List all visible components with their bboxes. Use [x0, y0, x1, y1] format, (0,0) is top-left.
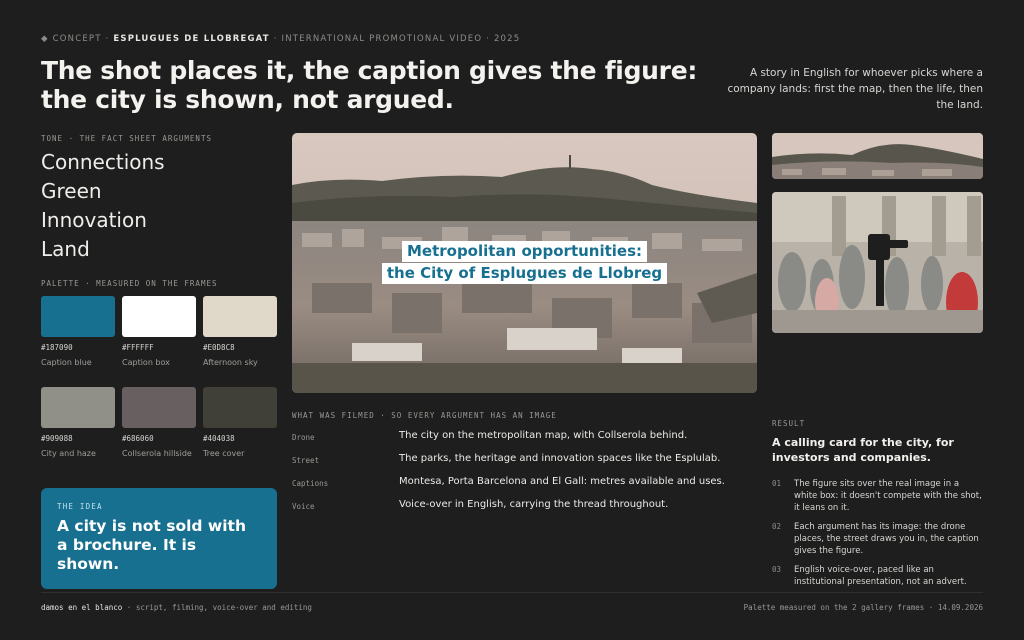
tone-label: TONE · THE FACT SHEET ARGUMENTS	[41, 134, 212, 143]
palette-swatches: #187090 Caption blue #FFFFFF Caption box…	[41, 296, 277, 470]
result-list: 01 The figure sits over the real image i…	[772, 478, 982, 595]
filmed-row: Street The parks, the heritage and innov…	[292, 453, 752, 476]
gallery-thumb-mountain	[772, 133, 983, 179]
lede: A story in English for whoever picks whe…	[727, 67, 983, 111]
idea-label: THE IDEA	[57, 502, 103, 511]
swatch: #686060 Collserola hillside	[122, 387, 196, 470]
caption-line-1: Metropolitan opportunities:	[401, 241, 648, 262]
page-title: The shot places it, the caption gives th…	[41, 56, 698, 114]
swatch-hex: #FFFFFF	[122, 343, 154, 352]
filmed-value: The city on the metropolitan map, with C…	[399, 430, 688, 441]
caption-line-2: the City of Esplugues de Llobreg	[381, 263, 668, 284]
swatch: #404038 Tree cover	[203, 387, 277, 470]
swatch: #187090 Caption blue	[41, 296, 115, 379]
swatch-hex: #E0D8C8	[203, 343, 235, 352]
tone-list: Connections Green Innovation Land	[41, 148, 165, 264]
result-headline: A calling card for the city, for investo…	[772, 436, 954, 464]
result-number: 01	[772, 479, 782, 488]
filmed-label: WHAT WAS FILMED · SO EVERY ARGUMENT HAS …	[292, 411, 557, 420]
swatch-hex: #909088	[41, 434, 73, 443]
swatch-chip	[41, 387, 115, 428]
result-text: The figure sits over the real image in a…	[794, 479, 982, 513]
swatch-chip	[41, 296, 115, 337]
idea-text: A city is not sold with a brochure. It i…	[57, 517, 246, 573]
main-frame-image: Metropolitan opportunities: the City of …	[292, 133, 757, 393]
filmed-key: Captions	[292, 479, 329, 488]
swatch: #909088 City and haze	[41, 387, 115, 470]
swatch-name: Collserola hillside	[122, 449, 192, 458]
footer-note: Palette measured on the 2 gallery frames…	[743, 603, 983, 612]
footer-divider	[41, 592, 983, 593]
client-name: ESPLUGUES DE LLOBREGAT	[113, 34, 270, 44]
frame-caption: Metropolitan opportunities: the City of …	[292, 241, 757, 284]
event-crowd-image	[772, 192, 983, 333]
filmed-key: Drone	[292, 433, 315, 442]
swatch: #FFFFFF Caption box	[122, 296, 196, 379]
filmed-row: Captions Montesa, Porta Barcelona and El…	[292, 476, 752, 499]
tone-item: Green	[41, 179, 102, 203]
result-number: 02	[772, 522, 782, 531]
result-item: 03 English voice-over, paced like an ins…	[772, 564, 982, 588]
credits-text: · script, filming, voice-over and editin…	[126, 603, 312, 612]
idea-card: THE IDEA A city is not sold with a broch…	[41, 488, 277, 589]
filmed-row: Voice Voice-over in English, carrying th…	[292, 499, 752, 522]
footer-credits: damos en el blanco · script, filming, vo…	[41, 603, 312, 612]
tone-item: Connections	[41, 150, 165, 174]
filmed-row: Drone The city on the metropolitan map, …	[292, 430, 752, 453]
swatch-name: City and haze	[41, 449, 96, 458]
filmed-key: Voice	[292, 502, 315, 511]
swatch-name: Caption box	[122, 358, 170, 367]
result-item: 02 Each argument has its image: the dron…	[772, 521, 982, 557]
filmed-table: Drone The city on the metropolitan map, …	[292, 430, 752, 522]
result-number: 03	[772, 565, 782, 574]
palette-label: PALETTE · MEASURED ON THE FRAMES	[41, 279, 218, 288]
result-label: RESULT	[772, 419, 806, 428]
swatch-name: Caption blue	[41, 358, 92, 367]
tone-item: Innovation	[41, 208, 147, 232]
filmed-value: The parks, the heritage and innovation s…	[399, 453, 721, 464]
tone-item: Land	[41, 237, 90, 261]
result-text: Each argument has its image: the drone p…	[794, 522, 979, 556]
swatch-chip	[203, 387, 277, 428]
mountain-image	[772, 133, 983, 179]
swatch-hex: #686060	[122, 434, 154, 443]
filmed-value: Voice-over in English, carrying the thre…	[399, 499, 669, 510]
gallery-thumb-event	[772, 192, 983, 333]
swatch-hex: #187090	[41, 343, 73, 352]
result-text: English voice-over, paced like an instit…	[794, 565, 967, 587]
kicker-prefix: ◆ CONCEPT ·	[41, 34, 110, 44]
studio-name: damos en el blanco	[41, 603, 123, 612]
kicker-suffix: · INTERNATIONAL PROMOTIONAL VIDEO · 2025	[273, 34, 521, 44]
result-item: 01 The figure sits over the real image i…	[772, 478, 982, 514]
swatch-chip	[122, 387, 196, 428]
filmed-key: Street	[292, 456, 320, 465]
swatch-name: Afternoon sky	[203, 358, 258, 367]
swatch: #E0D8C8 Afternoon sky	[203, 296, 277, 379]
filmed-value: Montesa, Porta Barcelona and El Gall: me…	[399, 476, 725, 487]
kicker: ◆ CONCEPT · ESPLUGUES DE LLOBREGAT · INT…	[41, 34, 520, 44]
swatch-name: Tree cover	[203, 449, 245, 458]
swatch-chip	[122, 296, 196, 337]
swatch-hex: #404038	[203, 434, 235, 443]
swatch-chip	[203, 296, 277, 337]
